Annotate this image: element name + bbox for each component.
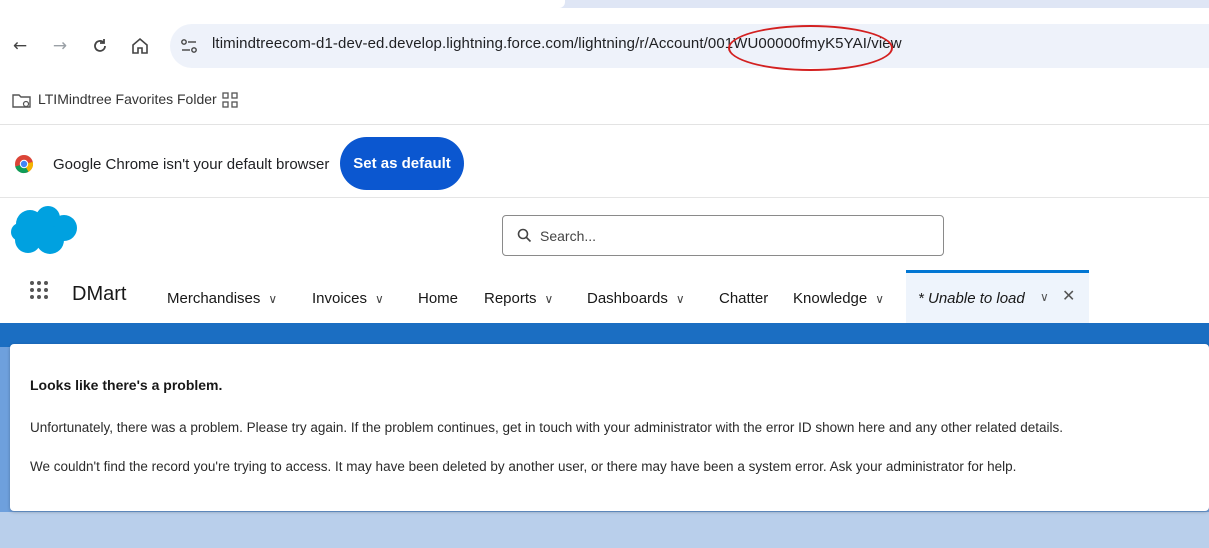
reload-icon[interactable] bbox=[88, 34, 112, 58]
chevron-down-icon[interactable]: ∨ bbox=[875, 292, 884, 306]
chrome-logo-icon bbox=[14, 154, 34, 179]
chevron-down-icon[interactable]: ∨ bbox=[545, 292, 554, 306]
nav-item-merchandises[interactable]: Merchandises ∨ bbox=[167, 290, 277, 307]
chevron-down-icon[interactable]: ∨ bbox=[268, 292, 277, 306]
app-name: DMart bbox=[72, 283, 127, 305]
home-icon[interactable] bbox=[128, 34, 152, 58]
nav-item-dashboards[interactable]: Dashboards ∨ bbox=[587, 290, 685, 307]
error-title: Looks like there's a problem. bbox=[30, 377, 223, 393]
bookmark-folder[interactable]: LTIMindtree Favorites Folder bbox=[38, 91, 217, 107]
error-message-2: We couldn't find the record you're tryin… bbox=[30, 459, 1017, 474]
search-placeholder: Search... bbox=[540, 228, 597, 244]
salesforce-cloud-logo[interactable] bbox=[10, 204, 78, 261]
app-launcher-icon[interactable] bbox=[29, 280, 49, 305]
chevron-down-icon[interactable]: ∨ bbox=[676, 292, 685, 306]
nav-item-home[interactable]: Home bbox=[418, 290, 458, 307]
nav-item-chatter[interactable]: Chatter bbox=[719, 290, 768, 307]
background-lower-band bbox=[0, 512, 1209, 548]
set-as-default-button[interactable]: Set as default bbox=[340, 137, 464, 190]
site-info-icon[interactable] bbox=[180, 36, 198, 61]
nav-item-reports[interactable]: Reports ∨ bbox=[484, 290, 553, 307]
error-message-1: Unfortunately, there was a problem. Plea… bbox=[30, 420, 1064, 435]
default-browser-message: Google Chrome isn't your default browser bbox=[53, 156, 330, 173]
search-icon bbox=[517, 228, 532, 248]
forward-icon[interactable]: → bbox=[48, 34, 72, 58]
chevron-down-icon[interactable]: ∨ bbox=[375, 292, 384, 306]
nav-item-invoices[interactable]: Invoices ∨ bbox=[312, 290, 384, 307]
annotation-red-circle bbox=[728, 25, 893, 71]
active-browser-tab-edge bbox=[0, 0, 565, 8]
folder-icon bbox=[12, 92, 32, 115]
active-tab-label[interactable]: * Unable to load bbox=[918, 290, 1025, 307]
apps-grid-icon[interactable] bbox=[222, 92, 238, 113]
back-icon[interactable]: ← bbox=[8, 34, 32, 58]
nav-item-knowledge[interactable]: Knowledge ∨ bbox=[793, 290, 884, 307]
close-icon[interactable]: ✕ bbox=[1062, 286, 1075, 305]
chevron-down-icon[interactable]: ∨ bbox=[1040, 290, 1049, 304]
